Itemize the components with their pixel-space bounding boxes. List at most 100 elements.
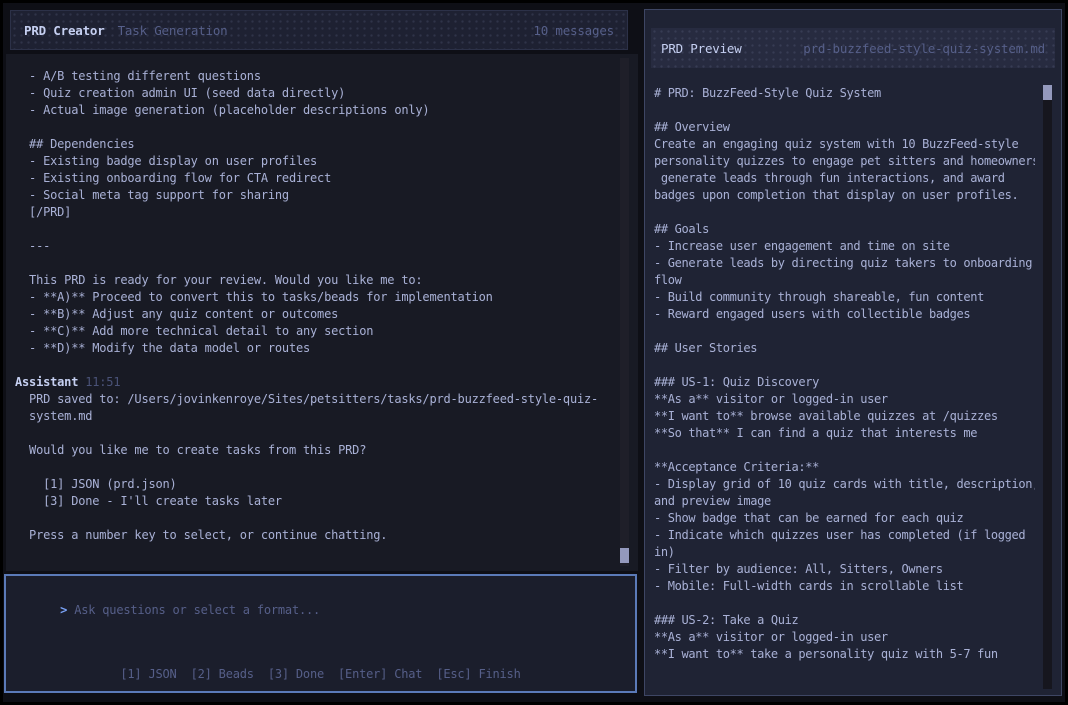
- preview-line: [654, 102, 1035, 119]
- chat-line: ---: [15, 238, 616, 255]
- chat-line-text: PRD saved to: /Users/jovinkenroye/Sites/…: [15, 392, 598, 406]
- chat-line-text: [1] JSON (prd.json): [15, 477, 177, 491]
- view-title: Task Generation: [118, 23, 228, 38]
- preview-line: ### US-2: Take a Quiz: [654, 612, 1035, 629]
- hotkey-hint: [3] Done: [268, 666, 324, 683]
- chat-line: This PRD is ready for your review. Would…: [15, 272, 616, 289]
- preview-line: - Filter by audience: All, Sitters, Owne…: [654, 561, 1035, 578]
- chat-line: [15, 255, 616, 272]
- chat-line-text: Press a number key to select, or continu…: [15, 528, 387, 542]
- chat-line: [15, 459, 616, 476]
- preview-line: **As a** visitor or logged-in user: [654, 629, 1035, 646]
- chat-line-text: - **C)** Add more technical detail to an…: [15, 324, 373, 338]
- preview-line: ## Goals: [654, 221, 1035, 238]
- preview-line: - Show badge that can be earned for each…: [654, 510, 1035, 527]
- preview-line: - Indicate which quizzes user has comple…: [654, 527, 1035, 544]
- chat-line: - Existing badge display on user profile…: [15, 153, 616, 170]
- preview-line: personality quizzes to engage pet sitter…: [654, 153, 1035, 170]
- preview-line: **I want to** take a personality quiz wi…: [654, 646, 1035, 663]
- preview-scrollbar-thumb[interactable]: [1043, 85, 1052, 100]
- preview-line: badges upon completion that display on u…: [654, 187, 1035, 204]
- prompt-icon: >: [60, 603, 67, 617]
- preview-scrollbar[interactable]: [1043, 85, 1052, 689]
- preview-content: # PRD: BuzzFeed-Style Quiz System ## Over…: [654, 85, 1035, 663]
- preview-line: [654, 595, 1035, 612]
- chat-line-text: - A/B testing different questions: [15, 69, 261, 83]
- chat-line: - **C)** Add more technical detail to an…: [15, 323, 616, 340]
- input-line[interactable]: >Ask questions or select a format...: [18, 585, 320, 602]
- chat-line-text: This PRD is ready for your review. Would…: [15, 273, 422, 287]
- preview-line: - Reward engaged users with collectible …: [654, 306, 1035, 323]
- preview-line: - Build community through shareable, fun…: [654, 289, 1035, 306]
- chat-line: - Actual image generation (placeholder d…: [15, 102, 616, 119]
- preview-line: **Acceptance Criteria:**: [654, 459, 1035, 476]
- preview-line: - Generate leads by directing quiz taker…: [654, 255, 1035, 272]
- chat-line: [15, 510, 616, 527]
- preview-line: **As a** visitor or logged-in user: [654, 391, 1035, 408]
- hotkey-hints: [1] JSON [2] Beads [3] Done [Enter] Chat [Es…: [6, 666, 635, 683]
- preview-line: - Display grid of 10 quiz cards with tit…: [654, 476, 1035, 493]
- preview-line: [654, 204, 1035, 221]
- chat-line: Would you like me to create tasks from t…: [15, 442, 616, 459]
- preview-panel: PRD Preview prd-buzzfeed-style-quiz-syst…: [644, 9, 1062, 696]
- preview-line: [654, 323, 1035, 340]
- chat-line: - **A)** Proceed to convert this to task…: [15, 289, 616, 306]
- chat-line: [15, 119, 616, 136]
- chat-line-text: - Existing onboarding flow for CTA redir…: [15, 171, 331, 185]
- hotkey-hint: [Enter] Chat: [338, 666, 422, 683]
- preview-title: PRD Preview: [661, 41, 742, 56]
- chat-scrollbar-thumb[interactable]: [620, 548, 629, 563]
- input-placeholder: Ask questions or select a format...: [74, 603, 320, 617]
- chat-line-text: - **D)** Modify the data model or routes: [15, 341, 310, 355]
- chat-line-text: [/PRD]: [15, 205, 71, 219]
- preview-line: and preview image: [654, 493, 1035, 510]
- chat-line: - Existing onboarding flow for CTA redir…: [15, 170, 616, 187]
- chat-line: - A/B testing different questions: [15, 68, 616, 85]
- chat-line: [3] Done - I'll create tasks later: [15, 493, 616, 510]
- preview-line: # PRD: BuzzFeed-Style Quiz System: [654, 85, 1035, 102]
- chat-line-text: - Existing badge display on user profile…: [15, 154, 317, 168]
- chat-line: [15, 357, 616, 374]
- hotkey-hint: [Esc] Finish: [436, 666, 520, 683]
- preview-line: ## User Stories: [654, 340, 1035, 357]
- chat-line-text: - Actual image generation (placeholder d…: [15, 103, 429, 117]
- chat-scrollbar[interactable]: [620, 58, 629, 566]
- chat-line-text: - **B)** Adjust any quiz content or outc…: [15, 307, 338, 321]
- chat-line-text: ## Dependencies: [15, 137, 134, 151]
- chat-line-text: - Social meta tag support for sharing: [15, 188, 289, 202]
- chat-line: Assistant11:51: [15, 374, 616, 391]
- chat-line-text: [3] Done - I'll create tasks later: [15, 494, 282, 508]
- preview-line: - Increase user engagement and time on s…: [654, 238, 1035, 255]
- preview-line: Create an engaging quiz system with 10 B…: [654, 136, 1035, 153]
- hotkey-hint: [1] JSON: [120, 666, 176, 683]
- chat-input[interactable]: >Ask questions or select a format... [1]…: [4, 574, 637, 693]
- chat-line-text: - **A)** Proceed to convert this to task…: [15, 290, 493, 304]
- preview-line: - Mobile: Full-width cards in scrollable…: [654, 578, 1035, 595]
- preview-line: in): [654, 544, 1035, 561]
- chat-line: PRD saved to: /Users/jovinkenroye/Sites/…: [15, 391, 616, 408]
- chat-line: Press a number key to select, or continu…: [15, 527, 616, 544]
- preview-line: [654, 357, 1035, 374]
- preview-filename: prd-buzzfeed-style-quiz-system.md: [803, 41, 1045, 56]
- chat-line: - **D)** Modify the data model or routes: [15, 340, 616, 357]
- chat-lines: - A/B testing different questions - Quiz…: [15, 68, 616, 544]
- preview-line: **I want to** browse available quizzes a…: [654, 408, 1035, 425]
- app-title: PRD Creator: [24, 23, 105, 38]
- chat-transcript: - A/B testing different questions - Quiz…: [6, 54, 638, 571]
- chat-line-text: Would you like me to create tasks from t…: [15, 443, 366, 457]
- preview-header: PRD Preview prd-buzzfeed-style-quiz-syst…: [651, 28, 1055, 68]
- preview-line: flow: [654, 272, 1035, 289]
- hotkey-hint: [2] Beads: [191, 666, 254, 683]
- chat-line-text: - Quiz creation admin UI (seed data dire…: [15, 86, 345, 100]
- message-count-badge: 10 messages: [533, 23, 614, 38]
- chat-line: [15, 425, 616, 442]
- preview-line: generate leads through fun interactions,…: [654, 170, 1035, 187]
- chat-line: ## Dependencies: [15, 136, 616, 153]
- chat-header: PRD Creator Task Generation 10 messages: [10, 10, 628, 50]
- preview-line: ## Overview: [654, 119, 1035, 136]
- chat-line: - **B)** Adjust any quiz content or outc…: [15, 306, 616, 323]
- chat-line-text: ---: [15, 239, 50, 253]
- preview-line: **So that** I can find a quiz that inter…: [654, 425, 1035, 442]
- chat-line: [1] JSON (prd.json): [15, 476, 616, 493]
- message-timestamp: 11:51: [85, 375, 120, 389]
